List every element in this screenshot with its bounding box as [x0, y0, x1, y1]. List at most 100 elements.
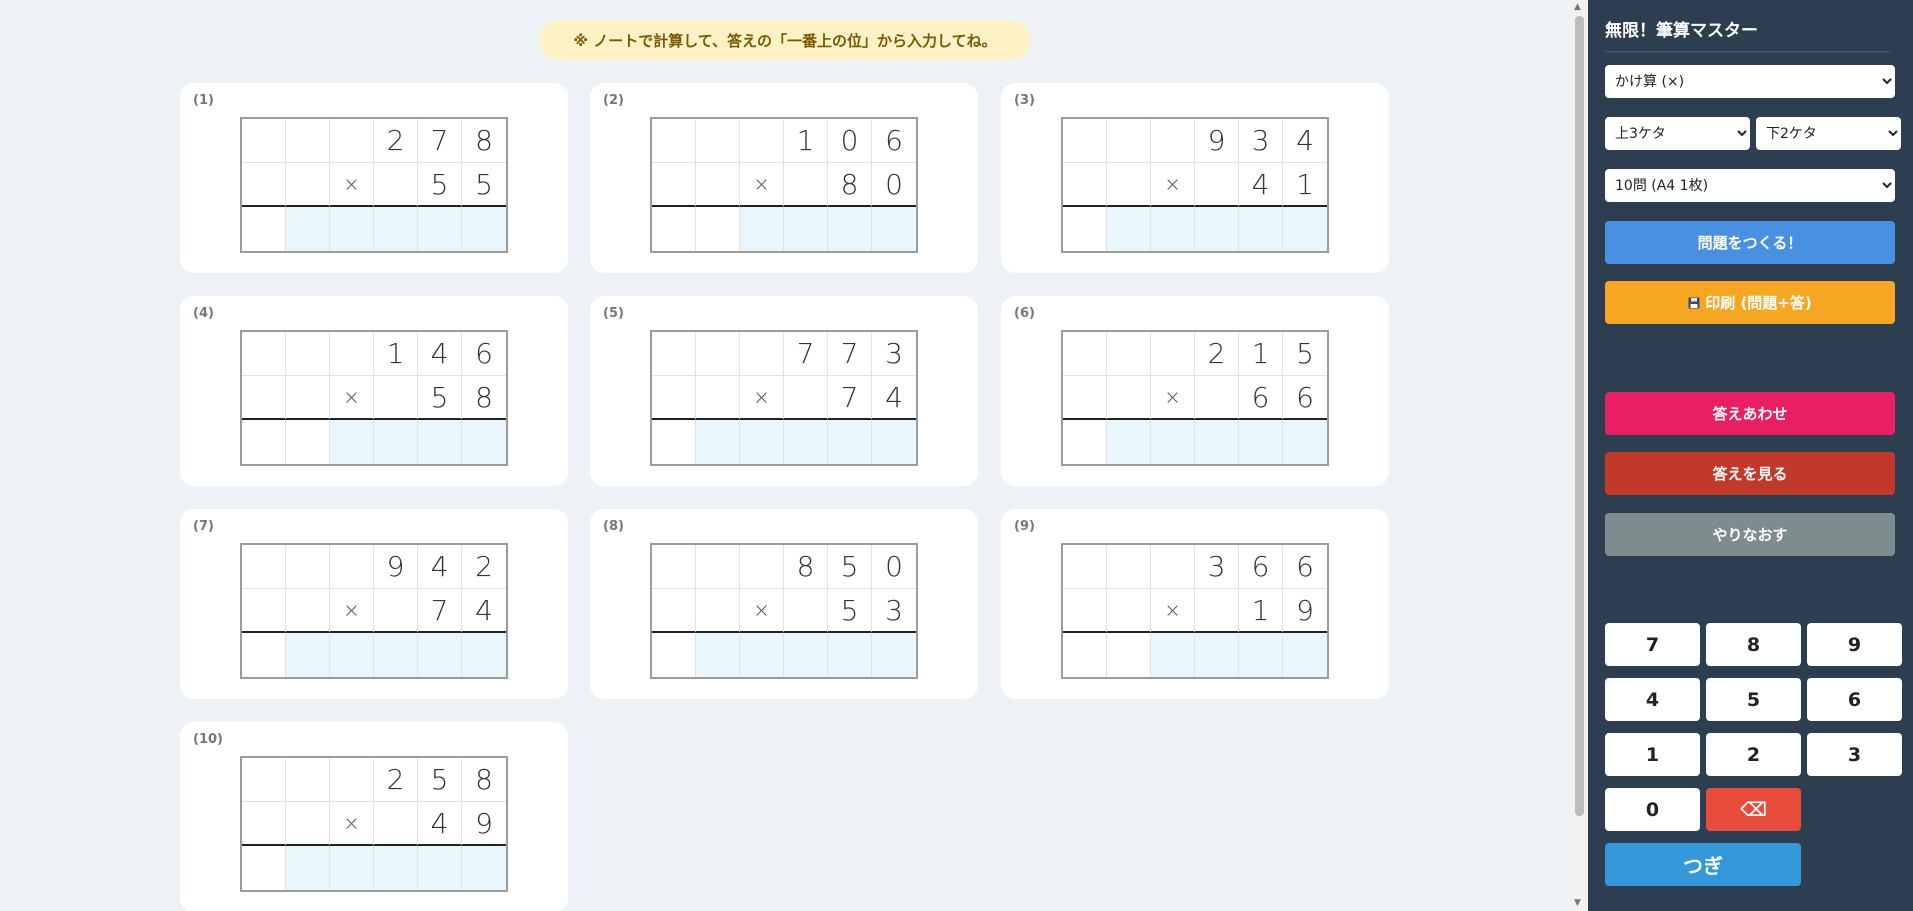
digit-cell: 7	[828, 332, 872, 376]
redo-button[interactable]: やりなおす	[1605, 513, 1895, 556]
answer-input-cell[interactable]	[740, 420, 784, 464]
digit-cell: 8	[784, 545, 828, 589]
digit-cell	[286, 802, 330, 846]
next-button[interactable]: つぎ	[1605, 843, 1801, 886]
key-7-button[interactable]: 7	[1605, 623, 1700, 666]
calculation-grid: 2 1 5 × 6 6	[1061, 330, 1329, 466]
answer-input-cell[interactable]	[1239, 420, 1283, 464]
answer-input-cell[interactable]	[374, 420, 418, 464]
answer-input-cell[interactable]	[784, 207, 828, 251]
digit-cell	[1195, 589, 1239, 633]
answer-input-cell[interactable]	[1195, 633, 1239, 677]
digit-cell	[696, 589, 740, 633]
print-button[interactable]: 印刷 (問題+答)	[1605, 281, 1895, 324]
digit-cell: 7	[418, 589, 462, 633]
answer-input-cell[interactable]	[418, 207, 462, 251]
problem-card: (2) 1 0 6 × 8 0	[590, 83, 978, 273]
key-3-button[interactable]: 3	[1807, 733, 1902, 776]
key-5-button[interactable]: 5	[1706, 678, 1801, 721]
digit-cell	[1107, 589, 1151, 633]
backspace-button[interactable]: ⌫	[1706, 788, 1801, 831]
scroll-down-arrow-icon[interactable]: ▼	[1574, 898, 1581, 908]
vertical-scrollbar[interactable]: ▲ ▼	[1571, 0, 1588, 911]
check-answers-button[interactable]: 答えあわせ	[1605, 392, 1895, 435]
answer-input-cell[interactable]	[286, 633, 330, 677]
digit-cell	[1063, 589, 1107, 633]
answer-input-cell[interactable]	[374, 207, 418, 251]
instruction-banner: ※ ノートで計算して、答えの「一番上の位」から入力してね。	[539, 20, 1031, 60]
problem-count-select[interactable]: 10問 (A4 1枚)	[1605, 169, 1895, 202]
digit-cell	[330, 332, 374, 376]
empty-cell	[652, 207, 696, 251]
answer-input-cell[interactable]	[696, 633, 740, 677]
problem-card: (1) 2 7 8 × 5 5	[180, 83, 568, 273]
digit-cell: 6	[1239, 376, 1283, 420]
answer-input-cell[interactable]	[740, 633, 784, 677]
answer-input-cell[interactable]	[462, 633, 506, 677]
answer-input-cell[interactable]	[1283, 420, 1327, 464]
answer-input-cell[interactable]	[1283, 207, 1327, 251]
answer-input-cell[interactable]	[1283, 633, 1327, 677]
answer-input-cell[interactable]	[1195, 420, 1239, 464]
answer-input-cell[interactable]	[828, 207, 872, 251]
digit-cell: 3	[872, 589, 916, 633]
answer-input-cell[interactable]	[330, 420, 374, 464]
problem-card: (7) 9 4 2 × 7 4	[180, 509, 568, 699]
answer-input-cell[interactable]	[1195, 207, 1239, 251]
digit-cell	[696, 332, 740, 376]
operation-select[interactable]: かけ算 (×)	[1605, 65, 1895, 98]
digit-cell: 9	[374, 545, 418, 589]
answer-input-cell[interactable]	[872, 420, 916, 464]
check-answers-label: 答えあわせ	[1712, 405, 1788, 423]
top-digits-select[interactable]: 上3ケタ	[1605, 117, 1750, 150]
digit-cell	[652, 332, 696, 376]
calculation-grid: 8 5 0 × 5 3	[650, 543, 918, 679]
answer-input-cell[interactable]	[1239, 207, 1283, 251]
answer-input-cell[interactable]	[784, 420, 828, 464]
key-1-button[interactable]: 1	[1605, 733, 1700, 776]
answer-input-cell[interactable]	[1151, 633, 1195, 677]
answer-input-cell[interactable]	[286, 207, 330, 251]
digit-cell: 5	[418, 758, 462, 802]
answer-input-cell[interactable]	[740, 207, 784, 251]
answer-input-cell[interactable]	[828, 420, 872, 464]
scroll-up-arrow-icon[interactable]: ▲	[1574, 2, 1581, 12]
create-problems-button[interactable]: 問題をつくる！	[1605, 221, 1895, 264]
key-9-button[interactable]: 9	[1807, 623, 1902, 666]
digit-cell: 6	[872, 119, 916, 163]
answer-input-cell[interactable]	[418, 633, 462, 677]
answer-input-cell[interactable]	[418, 420, 462, 464]
answer-input-cell[interactable]	[784, 633, 828, 677]
show-answers-button[interactable]: 答えを見る	[1605, 452, 1895, 495]
answer-input-cell[interactable]	[286, 846, 330, 890]
answer-input-cell[interactable]	[374, 846, 418, 890]
calculation-grid: 3 6 6 × 1 9	[1061, 543, 1329, 679]
key-4-button[interactable]: 4	[1605, 678, 1700, 721]
answer-input-cell[interactable]	[1239, 633, 1283, 677]
answer-input-cell[interactable]	[462, 846, 506, 890]
answer-input-cell[interactable]	[330, 846, 374, 890]
answer-input-cell[interactable]	[696, 420, 740, 464]
answer-input-cell[interactable]	[418, 846, 462, 890]
answer-input-cell[interactable]	[828, 633, 872, 677]
answer-input-cell[interactable]	[1107, 420, 1151, 464]
digit-cell	[1151, 332, 1195, 376]
answer-input-cell[interactable]	[872, 207, 916, 251]
bottom-digits-select[interactable]: 下2ケタ	[1756, 117, 1901, 150]
worksheet-area: ※ ノートで計算して、答えの「一番上の位」から入力してね。 (1) 2 7 8 × 5 5(…	[0, 0, 1571, 911]
answer-input-cell[interactable]	[374, 633, 418, 677]
answer-input-cell[interactable]	[1151, 420, 1195, 464]
answer-input-cell[interactable]	[1107, 207, 1151, 251]
answer-input-cell[interactable]	[462, 420, 506, 464]
key-0-button[interactable]: 0	[1605, 788, 1700, 831]
answer-input-cell[interactable]	[462, 207, 506, 251]
answer-input-cell[interactable]	[330, 207, 374, 251]
answer-input-cell[interactable]	[872, 633, 916, 677]
answer-input-cell[interactable]	[1151, 207, 1195, 251]
key-2-button[interactable]: 2	[1706, 733, 1801, 776]
key-6-button[interactable]: 6	[1807, 678, 1902, 721]
problem-card: (4) 1 4 6 × 5 8	[180, 296, 568, 486]
scroll-thumb[interactable]	[1575, 16, 1584, 816]
answer-input-cell[interactable]	[330, 633, 374, 677]
key-8-button[interactable]: 8	[1706, 623, 1801, 666]
